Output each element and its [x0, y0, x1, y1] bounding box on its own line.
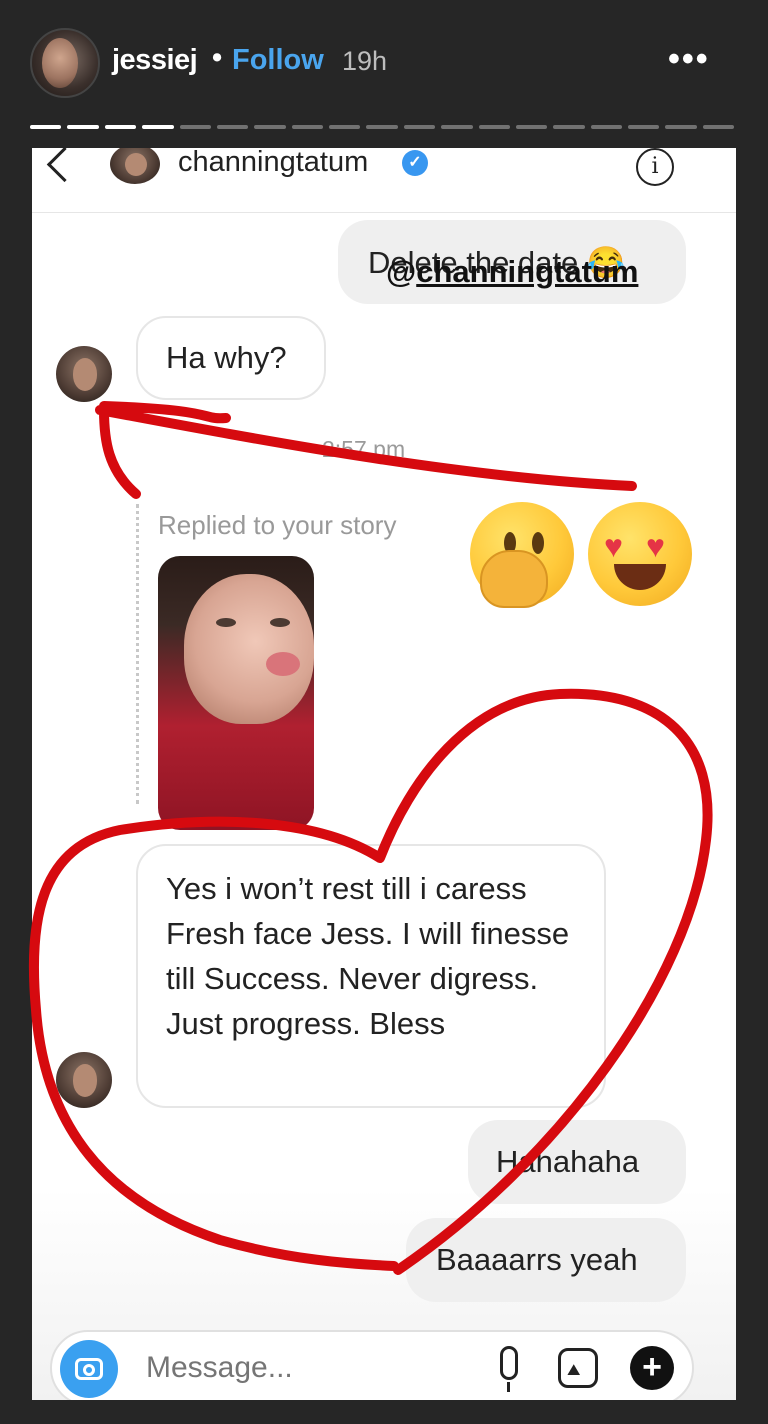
progress-segment — [441, 125, 473, 129]
story-reply-thumbnail[interactable] — [158, 556, 314, 830]
message-outgoing[interactable]: Hahahaha — [468, 1120, 686, 1204]
progress-segment — [67, 125, 99, 129]
contact-avatar[interactable] — [110, 148, 160, 184]
story-header: jessiej • Follow 19h ••• — [0, 0, 768, 120]
story-reply-label: Replied to your story — [158, 510, 397, 540]
gallery-glyph: ⛰ — [567, 1362, 581, 1379]
camera-icon[interactable] — [60, 1340, 118, 1398]
message-incoming-long[interactable]: Yes i won’t rest till i caress Fresh fac… — [136, 844, 606, 1108]
mention-sticker[interactable]: @channingtatum — [386, 254, 638, 290]
message-outgoing[interactable]: Baaaarrs yeah — [406, 1218, 686, 1302]
microphone-icon[interactable] — [500, 1346, 518, 1380]
header-separator: • — [212, 42, 223, 74]
progress-segment — [104, 125, 137, 129]
gallery-icon[interactable]: ⛰ — [558, 1348, 598, 1388]
info-icon[interactable]: i — [636, 148, 674, 186]
heart-eyes-emoji-icon: ♥ ♥ — [588, 502, 692, 606]
progress-segment — [702, 125, 735, 129]
mention-at: @ — [386, 254, 417, 289]
contact-avatar-small — [56, 346, 112, 402]
dm-screenshot: channingtatum ✓ i Delete the date 😂 Ha w… — [32, 148, 736, 1400]
story-time: 19h — [342, 46, 388, 76]
progress-segment — [142, 125, 174, 129]
progress-segment — [403, 125, 436, 129]
header-divider — [32, 212, 736, 213]
more-options-icon[interactable]: ••• — [668, 42, 710, 76]
progress-segment — [665, 125, 697, 129]
story-progress-bar — [30, 125, 735, 131]
progress-segment — [329, 125, 361, 129]
message-timestamp: 2:57 pm — [322, 436, 406, 462]
story-avatar[interactable] — [30, 28, 100, 98]
message-incoming[interactable]: Ha why? — [136, 316, 326, 400]
progress-segment — [254, 125, 286, 129]
follow-button[interactable]: Follow — [232, 44, 324, 77]
back-icon[interactable] — [46, 148, 83, 183]
progress-segment — [216, 125, 249, 129]
progress-segment — [553, 125, 585, 129]
contact-avatar-small — [56, 1052, 112, 1108]
contact-name[interactable]: channingtatum — [178, 148, 368, 179]
progress-segment — [628, 125, 660, 129]
message-input[interactable] — [144, 1350, 448, 1386]
progress-segment — [179, 125, 211, 129]
message-composer: ⛰ + — [50, 1330, 694, 1400]
progress-segment — [30, 125, 62, 129]
microphone-stand — [507, 1382, 510, 1392]
hand-over-mouth-emoji-icon — [470, 502, 574, 608]
progress-segment — [590, 125, 622, 129]
progress-segment — [515, 125, 548, 129]
progress-segment — [478, 125, 510, 129]
verified-badge-icon: ✓ — [402, 150, 428, 176]
progress-segment — [291, 125, 323, 129]
reply-thread-line — [136, 504, 139, 804]
progress-segment — [366, 125, 398, 129]
mention-username: channingtatum — [416, 254, 639, 289]
add-icon[interactable]: + — [630, 1346, 674, 1390]
story-username[interactable]: jessiej — [112, 44, 198, 77]
